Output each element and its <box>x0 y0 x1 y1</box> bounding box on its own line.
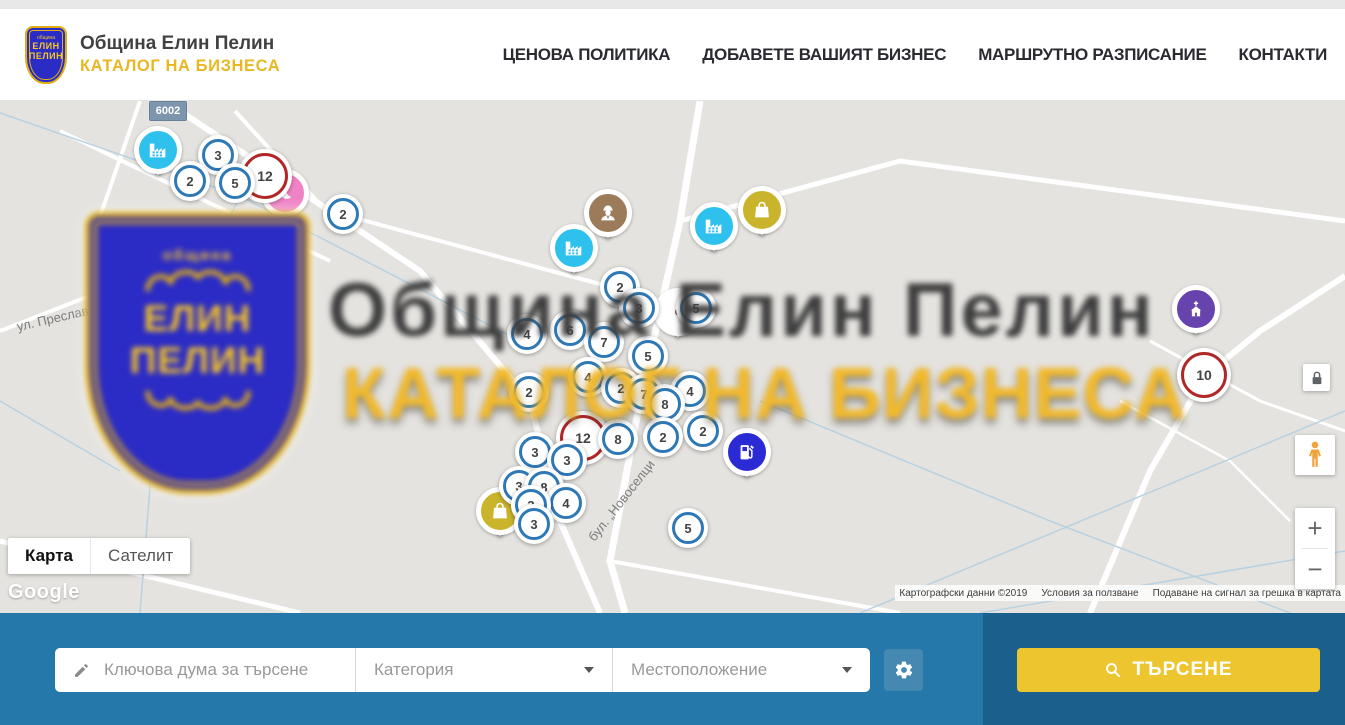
cluster-count: 5 <box>684 521 691 536</box>
map-type-control: Карта Сателит <box>8 538 190 574</box>
map-cluster[interactable]: 3 <box>514 504 554 544</box>
attribution-report-link[interactable]: Подаване на сигнал за грешка в картата <box>1153 588 1341 599</box>
zoom-control: + − <box>1295 508 1335 589</box>
nav-add-business[interactable]: ДОБАВЕТЕ ВАШИЯТ БИЗНЕС <box>702 45 946 65</box>
road-number-badge: 6002 <box>149 101 187 121</box>
church-pin[interactable] <box>1172 285 1220 333</box>
top-strip <box>0 0 1345 9</box>
cluster-count: 2 <box>186 174 193 189</box>
attribution-terms-link[interactable]: Условия за ползване <box>1041 588 1138 599</box>
cluster-count: 2 <box>525 385 532 400</box>
pegman-icon <box>1304 440 1326 470</box>
search-icon <box>1104 661 1122 679</box>
zoom-out-button[interactable]: − <box>1295 549 1335 589</box>
map-type-satellite-button[interactable]: Сателит <box>90 538 190 574</box>
category-select[interactable]: Категория <box>355 648 612 692</box>
map-cluster[interactable]: 2 <box>643 417 683 457</box>
main-nav: ЦЕНОВА ПОЛИТИКА ДОБАВЕТЕ ВАШИЯТ БИЗНЕС М… <box>503 45 1327 65</box>
church-icon <box>1185 298 1207 320</box>
shopping-bag-icon <box>751 199 773 221</box>
nav-route-schedule[interactable]: МАРШРУТНО РАЗПИСАНИЕ <box>978 45 1206 65</box>
lock-button[interactable] <box>1303 364 1330 391</box>
factory-pin[interactable] <box>690 202 738 250</box>
cluster-count: 2 <box>339 207 346 222</box>
cluster-count: 3 <box>563 453 570 468</box>
municipality-logo[interactable]: община ЕЛИН ПЕЛИН <box>25 26 67 84</box>
search-submit-label: ТЪРСЕНЕ <box>1132 659 1232 681</box>
cluster-count: 5 <box>231 176 238 191</box>
cluster-count: 3 <box>635 301 642 316</box>
chevron-down-icon <box>842 667 852 673</box>
map-canvas[interactable]: 6002 3122522356475104242782212833384335у… <box>0 101 1345 613</box>
logo-line1: ЕЛИН <box>27 41 65 51</box>
map-cluster[interactable]: 5 <box>668 508 708 548</box>
street-view-pegman-button[interactable] <box>1295 435 1335 475</box>
map-attribution: Картографски данни ©2019 Условия за полз… <box>895 585 1345 601</box>
factory-icon <box>703 215 725 237</box>
fuel-icon <box>736 441 758 463</box>
keyword-section <box>55 648 355 692</box>
map-cluster[interactable]: 2 <box>170 161 210 201</box>
cluster-count: 12 <box>257 168 273 184</box>
cluster-count: 5 <box>644 349 651 364</box>
location-select-value: Местоположение <box>631 660 767 680</box>
cluster-count: 6 <box>566 323 573 338</box>
map-cluster[interactable]: 5 <box>628 336 668 376</box>
shopping-bag-icon <box>489 500 511 522</box>
site-title: Община Елин Пелин <box>80 32 280 56</box>
map-cluster[interactable]: 4 <box>507 314 547 354</box>
category-select-value: Категория <box>374 660 453 680</box>
zoom-in-button[interactable]: + <box>1295 508 1335 548</box>
map-cluster[interactable]: 2 <box>509 372 549 412</box>
shopping-bag-pin[interactable] <box>738 186 786 234</box>
cluster-count: 2 <box>616 280 623 295</box>
search-submit-button[interactable]: ТЪРСЕНЕ <box>1017 648 1320 692</box>
logo-line2: ПЕЛИН <box>27 51 65 61</box>
nav-pricing-policy[interactable]: ЦЕНОВА ПОЛИТИКА <box>503 45 671 65</box>
pencil-icon <box>73 662 90 679</box>
brand-text: Община Елин Пелин КАТАЛОГ НА БИЗНЕСА <box>80 32 280 77</box>
attribution-copyright: Картографски данни ©2019 <box>899 588 1027 599</box>
gear-icon <box>894 660 914 680</box>
factory-icon <box>147 139 169 161</box>
google-logo[interactable]: Google <box>8 581 80 604</box>
map-cluster[interactable]: 5 <box>676 288 716 328</box>
cluster-count: 3 <box>214 148 221 163</box>
cluster-count: 7 <box>600 335 607 350</box>
advanced-search-button[interactable] <box>884 649 923 691</box>
map-cluster[interactable]: 10 <box>1177 348 1231 402</box>
chevron-down-icon <box>584 667 594 673</box>
nav-contacts[interactable]: КОНТАКТИ <box>1239 45 1327 65</box>
cluster-count: 3 <box>530 517 537 532</box>
location-select[interactable]: Местоположение <box>612 648 870 692</box>
cluster-count: 2 <box>699 424 706 439</box>
site-subtitle: КАТАЛОГ НА БИЗНЕСА <box>80 56 280 77</box>
cluster-count: 3 <box>531 445 538 460</box>
map-cluster[interactable]: 8 <box>598 419 638 459</box>
cluster-count: 4 <box>686 384 693 399</box>
fuel-pin[interactable] <box>723 428 771 476</box>
map-cluster[interactable]: 2 <box>323 194 363 234</box>
map-cluster[interactable]: 2 <box>683 411 723 451</box>
worker-icon <box>597 202 619 224</box>
cluster-count: 4 <box>523 327 530 342</box>
cluster-count: 4 <box>584 370 591 385</box>
cluster-count: 2 <box>659 430 666 445</box>
cluster-count: 10 <box>1196 367 1212 383</box>
cluster-count: 8 <box>661 397 668 412</box>
factory-pin[interactable] <box>550 224 598 272</box>
search-bar: Категория Местоположение ТЪРСЕНЕ <box>0 613 1345 725</box>
factory-icon <box>563 237 585 259</box>
header: община ЕЛИН ПЕЛИН Община Елин Пелин КАТА… <box>0 9 1345 101</box>
map-type-map-button[interactable]: Карта <box>8 538 90 574</box>
search-input-group: Категория Местоположение <box>55 648 870 692</box>
cluster-count: 4 <box>562 496 569 511</box>
cluster-count: 5 <box>692 301 699 316</box>
keyword-search-input[interactable] <box>102 659 341 681</box>
lock-icon <box>1310 370 1324 386</box>
map-cluster[interactable]: 3 <box>619 288 659 328</box>
cluster-count: 8 <box>614 432 621 447</box>
map-cluster[interactable]: 7 <box>584 322 624 362</box>
map-cluster[interactable]: 5 <box>215 163 255 203</box>
